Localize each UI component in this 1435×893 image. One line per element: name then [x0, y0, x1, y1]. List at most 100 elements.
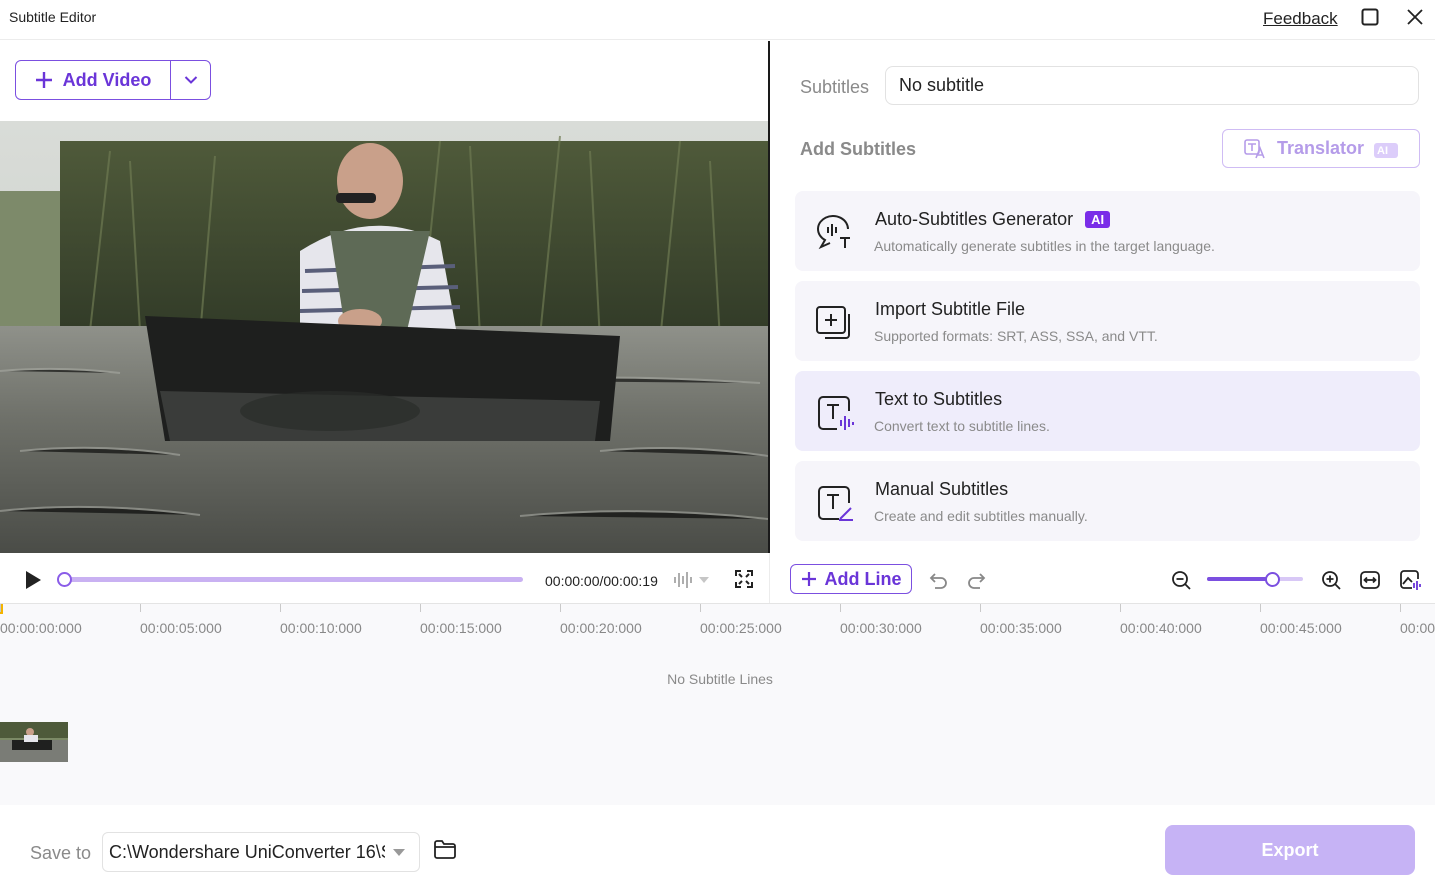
ruler-tick	[420, 604, 421, 612]
translator-button[interactable]: Translator AI	[1222, 129, 1420, 168]
add-line-label: Add Line	[824, 568, 902, 589]
manual-subtitles-icon	[818, 486, 853, 521]
import-subtitle-desc: Supported formats: SRT, ASS, SSA, and VT…	[874, 328, 1158, 344]
redo-icon	[968, 573, 986, 589]
ruler-tick	[980, 604, 981, 612]
undo-button[interactable]	[927, 569, 949, 591]
add-line-button[interactable]: Add Line	[790, 564, 912, 594]
ruler-tick	[700, 604, 701, 612]
caret-down-icon	[699, 577, 709, 583]
ruler-tick	[840, 604, 841, 612]
zoom-out-button[interactable]	[1170, 569, 1192, 591]
ruler-tick-label: 00:00:30:000	[840, 620, 922, 636]
ruler-tick	[0, 604, 1, 612]
auto-subtitles-title: Auto-Subtitles Generator AI	[875, 209, 1111, 230]
manual-subtitles-title: Manual Subtitles	[875, 479, 1009, 499]
ruler-tick-label: 00:00:15:000	[420, 620, 502, 636]
ruler-tick	[1400, 604, 1401, 612]
ruler-tick-label: 00:00:00:000	[0, 620, 82, 636]
save-path-select[interactable]: C:\Wondershare UniConverter 16\S	[102, 832, 420, 872]
waveform-icon	[674, 572, 692, 588]
progress-handle[interactable]	[57, 572, 72, 587]
fullscreen-icon	[735, 570, 753, 588]
fullscreen-button[interactable]	[734, 569, 754, 589]
title-bar: Subtitle Editor Feedback	[0, 0, 1435, 40]
ruler-tick-label: 00:00:25:000	[700, 620, 782, 636]
maximize-button[interactable]	[1360, 7, 1380, 27]
play-button[interactable]	[22, 569, 44, 591]
add-video-button[interactable]: Add Video	[16, 61, 171, 99]
text-to-subtitles-title: Text to Subtitles	[875, 389, 1003, 409]
ruler-tick-label: 00:00:40:000	[1120, 620, 1202, 636]
text-to-subtitles-icon	[818, 396, 854, 430]
video-divider	[768, 41, 770, 553]
text-to-subtitles-option[interactable]: Text to Subtitles Convert text to subtit…	[795, 371, 1420, 451]
progress-track[interactable]	[64, 577, 523, 582]
footer: Save to C:\Wondershare UniConverter 16\S…	[0, 805, 1435, 893]
fit-timeline-button[interactable]	[1359, 569, 1381, 591]
ruler-tick	[560, 604, 561, 612]
maximize-icon	[1361, 8, 1379, 26]
ruler-tick	[140, 604, 141, 612]
ruler-tick	[1260, 604, 1261, 612]
add-video-split-button: Add Video	[15, 60, 211, 100]
empty-timeline-message: No Subtitle Lines	[667, 671, 773, 687]
auto-subtitles-desc: Automatically generate subtitles in the …	[874, 238, 1215, 254]
add-video-label: Add Video	[62, 69, 152, 90]
ruler-tick	[1120, 604, 1121, 612]
close-icon	[1407, 9, 1423, 25]
redo-button[interactable]	[966, 569, 988, 591]
ai-badge: AI	[1085, 211, 1111, 228]
manual-subtitles-option[interactable]: Manual Subtitles Create and edit subtitl…	[795, 461, 1420, 541]
zoom-out-icon	[1172, 571, 1191, 590]
auto-subtitles-label: Auto-Subtitles Generator	[875, 209, 1074, 229]
image-subtitle-button[interactable]	[1399, 569, 1421, 591]
ruler-tick-label: 00:00:45:000	[1260, 620, 1342, 636]
add-video-dropdown[interactable]	[171, 61, 210, 99]
add-subtitles-heading: Add Subtitles	[800, 139, 916, 159]
app-title: Subtitle Editor	[9, 9, 97, 25]
import-subtitle-title: Import Subtitle File	[875, 299, 1026, 319]
ruler-tick-label: 00:00:05:000	[140, 620, 222, 636]
ruler-tick-label: 00:00:20:000	[560, 620, 642, 636]
folder-icon	[434, 840, 456, 859]
zoom-slider-handle[interactable]	[1265, 572, 1281, 587]
video-frame-image	[0, 121, 768, 553]
zoom-slider-fill	[1207, 577, 1273, 581]
export-button[interactable]: Export	[1165, 825, 1415, 875]
import-subtitle-option[interactable]: Import Subtitle File Supported formats: …	[795, 281, 1420, 361]
ruler-tick-label: 00:00:10:000	[280, 620, 362, 636]
feedback-link[interactable]: Feedback	[1263, 9, 1338, 29]
translator-ai-badge: AI	[1374, 142, 1399, 158]
ruler-tick-label: 00:00	[1400, 620, 1435, 636]
subtitles-label: Subtitles	[800, 77, 870, 97]
play-icon	[26, 571, 41, 589]
video-thumbnail-strip[interactable]	[0, 722, 68, 762]
timeline[interactable]: 00:00:00:000 00:00:05:000 00:00:10:000 00:0…	[0, 603, 1435, 805]
manual-subtitles-desc: Create and edit subtitles manually.	[874, 508, 1088, 524]
translator-label: Translator	[1277, 138, 1365, 158]
video-thumbnail	[0, 722, 68, 762]
zoom-in-button[interactable]	[1320, 569, 1342, 591]
save-to-label: Save to	[30, 843, 92, 863]
auto-subtitles-option[interactable]: Auto-Subtitles Generator AI Automaticall…	[795, 191, 1420, 271]
fit-width-icon	[1360, 571, 1380, 589]
close-button[interactable]	[1404, 6, 1426, 28]
subtitles-select-value: No subtitle	[899, 75, 985, 95]
toolbar-divider	[769, 553, 770, 603]
open-folder-button[interactable]	[433, 839, 457, 861]
save-path-value: C:\Wondershare UniConverter 16\S	[109, 841, 385, 862]
import-file-icon	[816, 306, 850, 339]
video-preview[interactable]	[0, 121, 768, 553]
ruler-tick	[280, 604, 281, 612]
waveform-toggle[interactable]	[673, 570, 717, 590]
translate-icon	[1244, 138, 1265, 158]
chevron-down-icon	[184, 76, 197, 84]
zoom-in-icon	[1322, 571, 1341, 590]
auto-subtitles-icon	[817, 215, 850, 250]
image-audio-icon	[1400, 570, 1421, 590]
subtitles-select[interactable]: No subtitle	[885, 66, 1419, 105]
plus-icon	[801, 572, 816, 586]
ruler-tick-label: 00:00:35:000	[980, 620, 1062, 636]
plus-icon	[35, 72, 52, 88]
